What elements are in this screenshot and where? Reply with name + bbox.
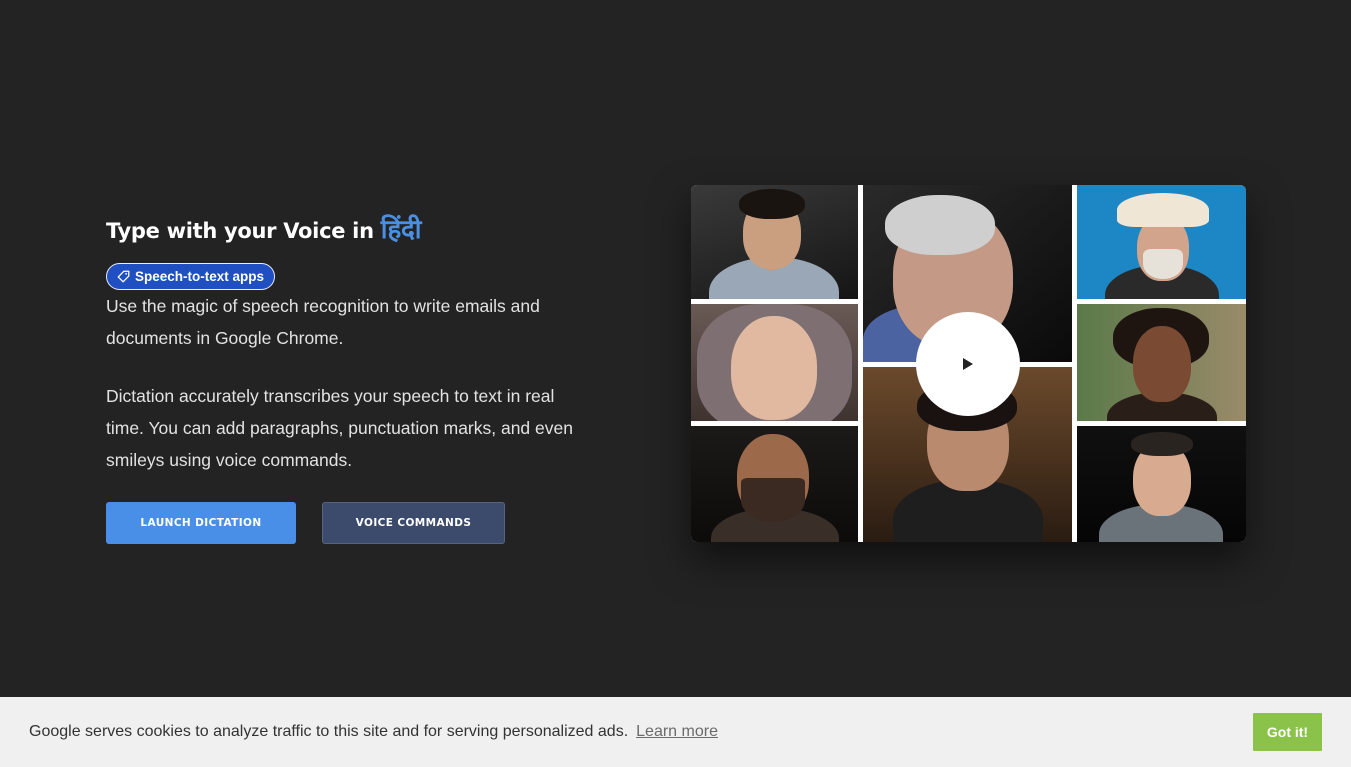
page-title: Type with your Voice in हिंदी — [106, 212, 576, 249]
title-language: हिंदी — [380, 215, 422, 245]
play-button[interactable] — [916, 312, 1020, 416]
portrait-tile-6 — [1077, 185, 1246, 299]
cookie-bar: Google serves cookies to analyze traffic… — [0, 697, 1351, 767]
voice-commands-button[interactable]: VOICE COMMANDS — [322, 502, 505, 544]
learn-more-link[interactable]: Learn more — [636, 723, 718, 741]
portrait-tile-2 — [691, 304, 858, 421]
portrait-tile-8 — [1077, 426, 1246, 542]
cookie-message: Google serves cookies to analyze traffic… — [29, 723, 629, 740]
description-2: Dictation accurately transcribes your sp… — [106, 386, 573, 470]
title-prefix: Type with your Voice in — [106, 219, 381, 243]
page: Type with your Voice in हिंदी Speech-to-… — [0, 0, 1351, 767]
portrait-tile-1 — [691, 185, 858, 299]
accept-cookies-button[interactable]: Got it! — [1253, 713, 1322, 751]
hero-text: Type with your Voice in हिंदी Speech-to-… — [106, 212, 576, 476]
tag-label: Speech-to-text apps — [135, 269, 265, 284]
portrait-tile-3 — [691, 426, 858, 542]
play-icon — [963, 358, 973, 370]
description-1: Use the magic of speech recognition to w… — [106, 296, 540, 348]
hero-buttons: LAUNCH DICTATION VOICE COMMANDS — [106, 502, 505, 544]
speech-to-text-tag[interactable]: Speech-to-text apps — [106, 263, 276, 290]
portrait-tile-7 — [1077, 304, 1246, 421]
tag-icon — [117, 270, 130, 283]
launch-dictation-button[interactable]: LAUNCH DICTATION — [106, 502, 296, 544]
